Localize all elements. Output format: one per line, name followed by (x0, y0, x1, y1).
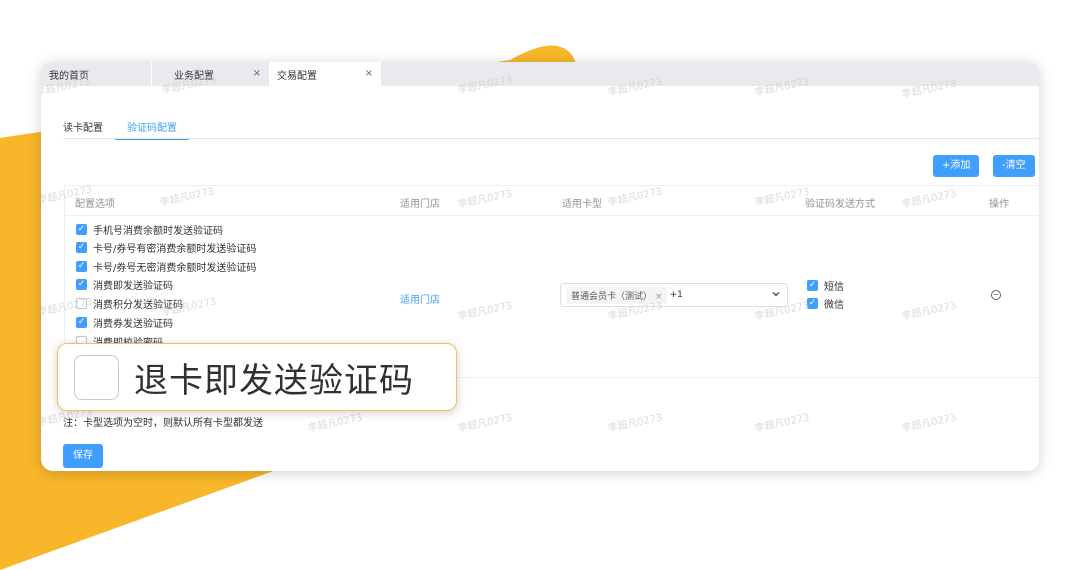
checkbox-checked[interactable]: ✓ (76, 278, 87, 290)
chevron-down-icon (772, 292, 780, 297)
header-actions: 操作 (989, 199, 1009, 210)
watermark: 李超凡0273 (456, 412, 514, 435)
minus-circle-icon[interactable]: − (991, 290, 1001, 300)
send-method-label: 短信 (824, 281, 844, 293)
clear-button[interactable]: -清空 (993, 155, 1035, 177)
option-row[interactable]: ✓ 卡号/券号无密消费余额时发送验证码 (76, 257, 256, 275)
close-icon[interactable]: × (365, 68, 373, 79)
checkbox-checked[interactable]: ✓ (76, 223, 87, 235)
card-type-select[interactable]: 普通会员卡（测试） × +1 (560, 283, 788, 307)
header-send-methods: 验证码发送方式 (805, 199, 875, 210)
send-method-label: 微信 (824, 299, 844, 311)
subtab-read-card[interactable]: 读卡配置 (63, 119, 115, 140)
subtab-verification-code[interactable]: 验证码配置 (115, 119, 189, 140)
close-icon[interactable]: × (253, 68, 261, 79)
tab-transaction-config-label: 交易配置 (277, 70, 317, 82)
add-button[interactable]: +添加 (933, 155, 980, 177)
header-stores: 适用门店 (400, 199, 440, 210)
watermark: 李超凡0273 (606, 412, 664, 435)
option-label: 卡号/券号无密消费余额时发送验证码 (93, 262, 257, 274)
send-method-sms[interactable]: ✓ 短信 (807, 276, 844, 294)
option-label: 手机号消费余额时发送验证码 (93, 225, 223, 237)
header-card-types: 适用卡型 (562, 199, 602, 210)
watermark: 李超凡0273 (753, 412, 811, 435)
option-row[interactable]: ✓ 消费券发送验证码 (76, 313, 173, 331)
option-label: 消费即发送验证码 (93, 280, 173, 292)
callout-checkbox-unchecked[interactable] (74, 354, 119, 400)
checkbox-checked[interactable]: ✓ (76, 241, 87, 253)
subtab-divider (63, 138, 1039, 139)
watermark: 李超凡0273 (306, 412, 364, 435)
option-label: 卡号/券号有密消费余额时发送验证码 (93, 243, 257, 255)
watermark: 李超凡0273 (900, 412, 958, 435)
sub-tabs: 读卡配置 验证码配置 (63, 119, 201, 140)
option-row[interactable]: ✓ 消费即发送验证码 (76, 275, 173, 293)
store-link[interactable]: 适用门店 (400, 291, 440, 306)
save-button[interactable]: 保存 (63, 444, 103, 468)
zoomed-option-callout[interactable]: 退卡即发送验证码 (57, 343, 457, 411)
checkbox-checked[interactable]: ✓ (76, 316, 87, 328)
checkbox-checked[interactable]: ✓ (76, 260, 87, 272)
card-type-extra-count: +1 (669, 290, 683, 300)
send-method-wechat[interactable]: ✓ 微信 (807, 294, 844, 312)
option-label: 消费券发送验证码 (93, 318, 173, 330)
checkbox-checked[interactable]: ✓ (807, 279, 818, 291)
option-row[interactable]: ✓ 卡号/券号有密消费余额时发送验证码 (76, 238, 256, 256)
callout-label: 退卡即发送验证码 (134, 360, 414, 401)
option-row[interactable]: ✓ 手机号消费余额时发送验证码 (76, 220, 223, 238)
tab-transaction-config[interactable]: 交易配置 × (269, 62, 381, 86)
